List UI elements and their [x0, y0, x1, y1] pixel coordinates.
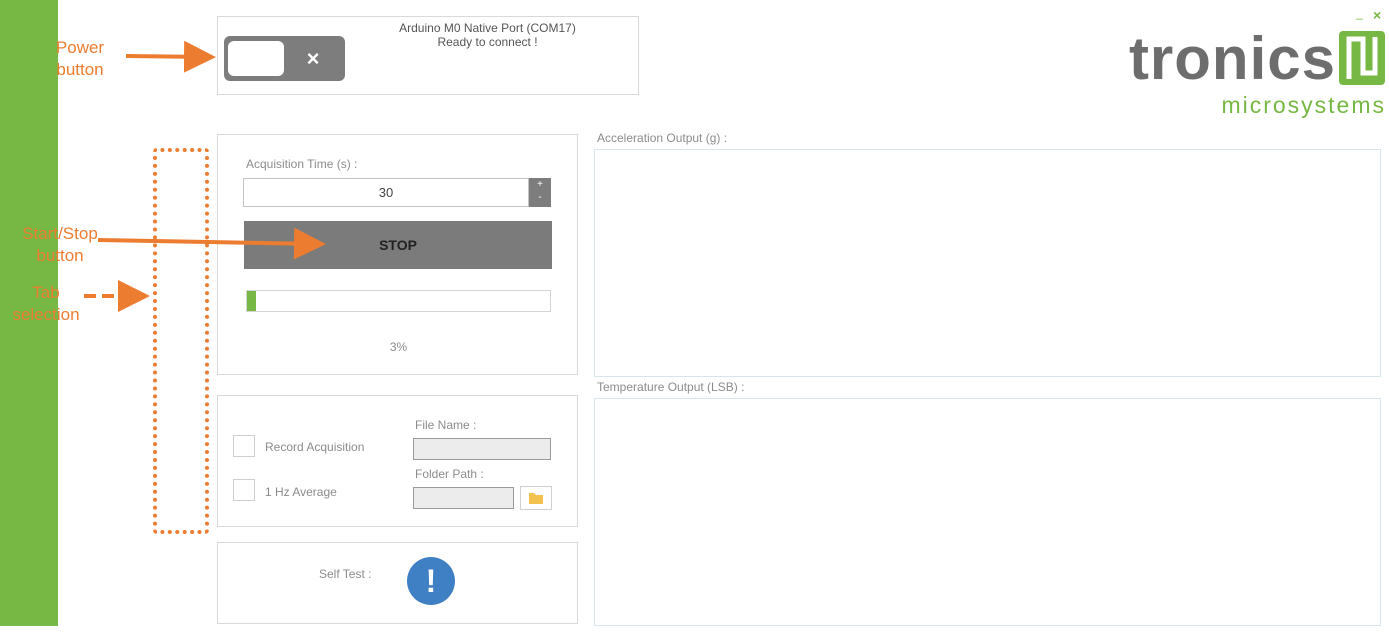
minimize-button[interactable]: _ — [1356, 6, 1363, 20]
temperature-chart — [594, 398, 1381, 626]
annotation-arrows — [84, 40, 326, 312]
temperature-output-label: Temperature Output (LSB) : — [597, 380, 745, 394]
exclamation-icon[interactable]: ! — [407, 557, 455, 605]
file-name-input[interactable] — [413, 438, 551, 460]
folder-path-label: Folder Path : — [415, 467, 484, 481]
file-name-label: File Name : — [415, 418, 477, 432]
record-acquisition-label: Record Acquisition — [265, 440, 365, 454]
progress-text: 3% — [389, 340, 408, 354]
logo-tagline: microsystems — [1221, 92, 1386, 118]
close-window-button[interactable]: × — [1373, 7, 1381, 23]
folder-icon — [529, 493, 543, 504]
record-acquisition-checkbox[interactable] — [233, 435, 255, 457]
logo-wordmark: tronics — [1128, 25, 1336, 92]
help-icon[interactable]: ? — [167, 494, 197, 524]
start-stop-arrow — [97, 227, 326, 260]
gear-icon[interactable] — [167, 451, 197, 481]
hz-average-checkbox[interactable] — [233, 479, 255, 501]
self-test-panel — [217, 542, 578, 624]
device-icon[interactable] — [167, 352, 197, 382]
self-test-label: Self Test : — [319, 567, 372, 581]
acceleration-output-label: Acceleration Output (g) : — [597, 131, 728, 145]
hz-average-label: 1 Hz Average — [265, 485, 337, 499]
power-arrow — [125, 40, 216, 73]
folder-path-input[interactable] — [413, 487, 514, 509]
time-stepper[interactable]: + - — [529, 178, 551, 207]
connection-status: Ready to connect ! — [437, 35, 538, 49]
decrement-button[interactable]: - — [529, 192, 551, 204]
port-name: Arduino M0 Native Port (COM17) — [399, 21, 576, 35]
tronics-logo-icon — [1339, 31, 1385, 85]
browse-folder-button[interactable] — [520, 486, 552, 510]
increment-button[interactable]: + — [529, 178, 551, 192]
stop-button-label: STOP — [379, 237, 417, 253]
acceleration-chart — [594, 149, 1381, 377]
